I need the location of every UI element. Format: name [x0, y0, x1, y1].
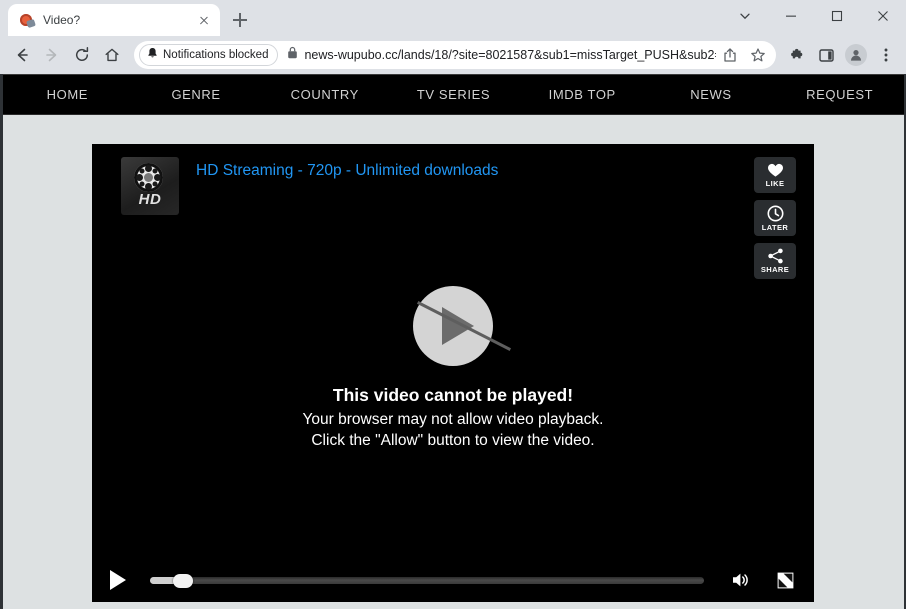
- nav-item-imdb-top[interactable]: IMDB TOP: [518, 87, 647, 102]
- browser-window: Video? Notifications blocked news-wupubo…: [0, 0, 906, 609]
- three-dot-menu-icon[interactable]: [872, 41, 900, 69]
- bookmark-star-icon[interactable]: [744, 41, 772, 69]
- later-button[interactable]: LATER: [754, 200, 796, 236]
- nav-item-genre[interactable]: GENRE: [132, 87, 261, 102]
- tab-strip: Video?: [0, 0, 906, 36]
- close-window-icon[interactable]: [860, 0, 906, 32]
- page-viewport: HOME GENRE COUNTRY TV SERIES IMDB TOP NE…: [0, 74, 906, 609]
- error-line-1: Your browser may not allow video playbac…: [302, 411, 604, 428]
- page-content: HD HD Streaming - 720p - Unlimited downl…: [3, 115, 904, 609]
- back-arrow-icon[interactable]: [8, 41, 36, 69]
- minimize-icon[interactable]: [768, 0, 814, 32]
- extensions-puzzle-icon[interactable]: [782, 41, 810, 69]
- new-tab-button[interactable]: [226, 6, 254, 34]
- share-icon[interactable]: [716, 41, 744, 69]
- nav-item-tv-series[interactable]: TV SERIES: [389, 87, 518, 102]
- browser-toolbar: Notifications blocked news-wupubo.cc/lan…: [0, 36, 906, 74]
- tab-search-chevron-down-icon[interactable]: [722, 0, 768, 32]
- scrubber-track[interactable]: [150, 576, 704, 584]
- later-label: LATER: [761, 222, 789, 232]
- scrubber-handle[interactable]: [173, 573, 194, 588]
- browser-tab[interactable]: Video?: [8, 4, 220, 36]
- big-play-button[interactable]: [413, 286, 512, 366]
- bell-icon: [147, 46, 158, 64]
- like-button[interactable]: LIKE: [754, 157, 796, 193]
- heart-icon: [767, 163, 784, 178]
- share-nodes-icon: [767, 248, 784, 264]
- tab-title: Video?: [43, 13, 81, 27]
- address-bar[interactable]: Notifications blocked news-wupubo.cc/lan…: [134, 41, 776, 69]
- maximize-icon[interactable]: [814, 0, 860, 32]
- nav-item-country[interactable]: COUNTRY: [260, 87, 389, 102]
- progress-scrubber[interactable]: [150, 573, 704, 588]
- error-line-2: Click the "Allow" button to view the vid…: [311, 432, 595, 449]
- fullscreen-button[interactable]: [772, 568, 798, 592]
- video-player[interactable]: HD HD Streaming - 720p - Unlimited downl…: [92, 144, 814, 602]
- hd-film-reel-thumbnail: HD: [121, 157, 179, 215]
- player-header: HD HD Streaming - 720p - Unlimited downl…: [92, 144, 814, 224]
- url-text[interactable]: news-wupubo.cc/lands/18/?site=8021587&su…: [304, 48, 716, 62]
- share-label: SHARE: [760, 265, 790, 274]
- notifications-chip-label: Notifications blocked: [163, 49, 269, 61]
- play-button[interactable]: [110, 570, 126, 590]
- player-control-bar: [92, 558, 814, 602]
- window-controls: [722, 0, 906, 32]
- nav-item-request[interactable]: REQUEST: [775, 87, 904, 102]
- forward-arrow-icon[interactable]: [38, 41, 66, 69]
- hd-badge-label: HD: [138, 191, 162, 208]
- notifications-blocked-chip[interactable]: Notifications blocked: [139, 44, 279, 66]
- playback-error-message: This video cannot be played! Your browse…: [303, 385, 604, 451]
- close-tab-icon[interactable]: [196, 12, 212, 28]
- player-side-actions: LIKE LATER SHARE: [754, 157, 796, 279]
- player-title-link[interactable]: HD Streaming - 720p - Unlimited download…: [196, 157, 498, 224]
- film-reel-icon: [134, 163, 163, 192]
- clock-icon: [767, 205, 784, 222]
- site-secure-lock-icon[interactable]: [287, 46, 298, 64]
- error-title: This video cannot be played!: [332, 385, 574, 405]
- reload-icon[interactable]: [68, 41, 96, 69]
- nav-item-home[interactable]: HOME: [3, 87, 132, 102]
- player-center-overlay: This video cannot be played! Your browse…: [92, 286, 814, 451]
- side-panel-icon[interactable]: [812, 41, 840, 69]
- home-icon[interactable]: [98, 41, 126, 69]
- video-favicon: [19, 12, 35, 28]
- like-label: LIKE: [765, 178, 785, 188]
- site-navigation: HOME GENRE COUNTRY TV SERIES IMDB TOP NE…: [3, 74, 904, 115]
- volume-button[interactable]: [728, 568, 754, 592]
- nav-item-news[interactable]: NEWS: [647, 87, 776, 102]
- share-button[interactable]: SHARE: [754, 243, 796, 279]
- profile-avatar[interactable]: [845, 44, 867, 66]
